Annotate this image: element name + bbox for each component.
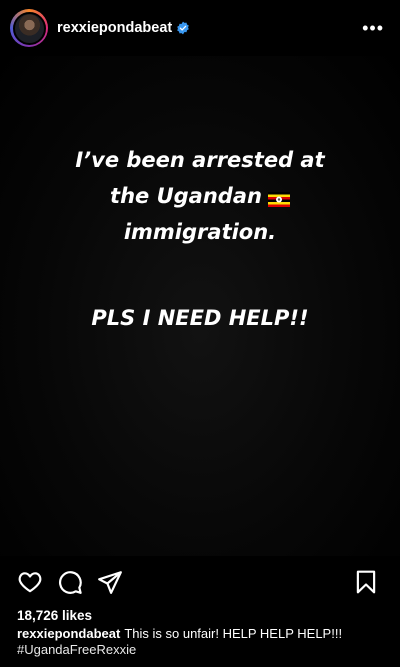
send-icon[interactable]: [97, 569, 123, 595]
post-text-line-1: I’ve been arrested at: [75, 148, 325, 172]
caption-hashtag[interactable]: #UgandaFreeRexxie: [17, 642, 387, 658]
post-caption: rexxiepondabeat This is so unfair! HELP H…: [17, 626, 387, 658]
more-options-icon[interactable]: •••: [356, 15, 390, 41]
action-bar: [0, 566, 400, 598]
avatar[interactable]: [12, 11, 46, 45]
post-text-line-2: the Ugandan: [110, 184, 262, 208]
instagram-post-view: rexxiepondabeat ••• I’ve been arrested a…: [0, 0, 400, 667]
likes-count[interactable]: 18,726 likes: [17, 608, 92, 623]
post-text-line-2-wrap: the Ugandan: [75, 178, 324, 214]
heart-icon[interactable]: [17, 569, 43, 595]
post-help-text: PLS I NEED HELP!!: [91, 306, 309, 330]
post-header: rexxiepondabeat •••: [0, 0, 400, 56]
comment-icon[interactable]: [57, 569, 83, 595]
uganda-flag-icon: [267, 182, 290, 207]
bookmark-icon[interactable]: [353, 569, 379, 595]
header-username[interactable]: rexxiepondabeat: [57, 20, 172, 36]
post-text-line-3: immigration.: [123, 220, 277, 244]
verified-badge-icon: [176, 21, 190, 35]
post-media[interactable]: I’ve been arrested at the Ugandan immigr…: [0, 56, 400, 556]
post-text: I’ve been arrested at the Ugandan immigr…: [75, 142, 324, 250]
avatar-story-ring[interactable]: [10, 9, 48, 47]
caption-text: This is so unfair! HELP HELP HELP!!!: [124, 626, 343, 641]
caption-username[interactable]: rexxiepondabeat: [17, 626, 120, 641]
